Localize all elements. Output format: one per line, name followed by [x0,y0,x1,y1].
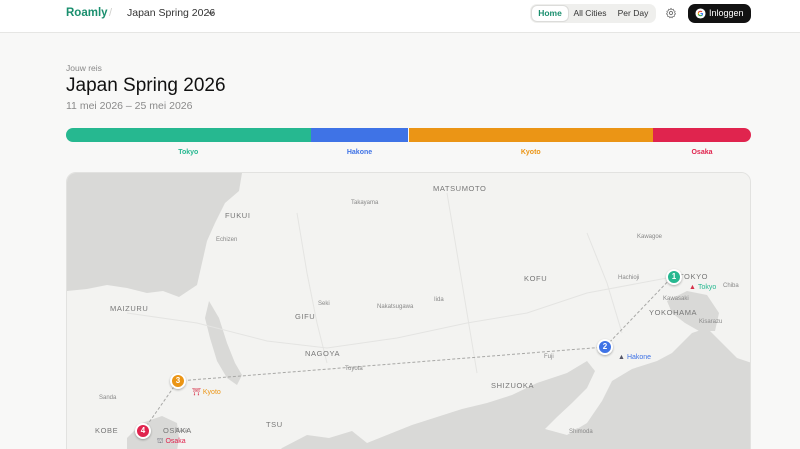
mountain-icon: ▲ [618,354,625,361]
timeline-segment-tokyo[interactable] [66,128,311,142]
map-stop-label-hakone[interactable]: ▲ Hakone [618,354,651,361]
timeline-label-kyoto: Kyoto [520,149,541,156]
nav-tab-home[interactable]: Home [532,6,568,21]
nav-tab-per-day[interactable]: Per Day [612,6,654,21]
map-label: Kawagoe [637,234,663,240]
map-label: Kisarazu [699,319,723,325]
map-label: SHIZUOKA [491,381,535,390]
google-icon [695,8,706,19]
stop-city: Osaka [165,438,186,445]
map-stop-marker-kyoto[interactable]: 3 [170,373,186,389]
map-label: Toyota [345,366,363,372]
stop-number: 4 [140,426,146,435]
timeline-segment-osaka[interactable] [653,128,751,142]
map-label: YOKOHAMA [649,308,698,317]
map-label: Chiba [723,283,739,289]
map-label: NAGOYA [305,349,341,358]
map-label: Kawasaki [663,296,689,302]
map-label: MAIZURU [110,304,149,313]
nav-tab-all-cities[interactable]: All Cities [570,6,610,21]
map-label: Hachioji [618,275,640,281]
map-label: Nakatsugawa [377,304,414,310]
map-label: Nara [175,428,189,434]
nav-segmented-control: Home All Cities Per Day [530,4,656,23]
stop-number: 1 [671,272,677,281]
stop-city: Kyoto [202,389,221,396]
map-label: KOBE [95,426,119,435]
map-label: MATSUMOTO [433,184,487,193]
map-label: Iida [434,297,444,303]
map-label: GIFU [295,312,316,321]
timeline-label-hakone: Hakone [346,149,373,156]
map-label: Seki [318,301,330,307]
trip-map[interactable]: MATSUMOTO FUKUI KOFU MAIZURU GIFU NAGOYA… [66,172,751,449]
stop-city: Hakone [626,354,652,361]
login-label: Inloggen [709,8,744,18]
stop-number: 2 [602,342,608,351]
trip-dates: 11 mei 2026 – 25 mei 2026 [66,100,193,112]
map-label: FUKUI [225,211,251,220]
timeline-segment-hakone[interactable] [310,128,409,142]
chevron-down-icon[interactable] [207,10,215,16]
map-label: Sanda [99,395,117,401]
map-stop-label-tokyo[interactable]: ▲ Tokyo [689,284,716,291]
breadcrumb-separator: / [109,7,113,19]
map-label: KOFU [524,274,548,283]
trip-timeline-bar [66,128,751,142]
map-label: Takayama [351,200,379,206]
map-label: Echizen [216,237,238,243]
page-title: Japan Spring 2026 [66,75,226,96]
torii-gate-icon: ⛩ [192,389,201,396]
timeline-label-tokyo: Tokyo [178,149,199,156]
map-label: TOKYO [679,272,709,281]
map-stop-marker-hakone[interactable]: 2 [597,339,613,355]
map-label: Shimoda [569,429,593,435]
map-stop-marker-osaka[interactable]: 4 [135,423,151,439]
osaka-castle-icon: ⛫ [157,438,164,445]
map-label: Fuji [544,354,554,360]
map-stop-marker-tokyo[interactable]: 1 [666,269,682,285]
brand-logo[interactable]: Roamly [66,7,108,19]
trip-selector[interactable]: Japan Spring 2026 [127,7,215,19]
map-label: TSU [266,420,283,429]
tokyo-tower-icon: ▲ [689,284,696,291]
map-stop-label-osaka[interactable]: ⛫ Osaka [157,437,186,446]
map-stop-label-kyoto[interactable]: ⛩ Kyoto [192,388,221,396]
login-button[interactable]: Inloggen [688,4,751,23]
gear-icon[interactable] [665,7,677,19]
stop-city: Tokyo [697,284,717,291]
timeline-label-osaka: Osaka [691,149,713,156]
top-navigation-bar: Roamly / Japan Spring 2026 Home All Citi… [0,0,800,33]
timeline-segment-kyoto[interactable] [408,128,654,142]
trip-eyebrow: Jouw reis [66,63,102,73]
stop-number: 3 [175,376,181,385]
